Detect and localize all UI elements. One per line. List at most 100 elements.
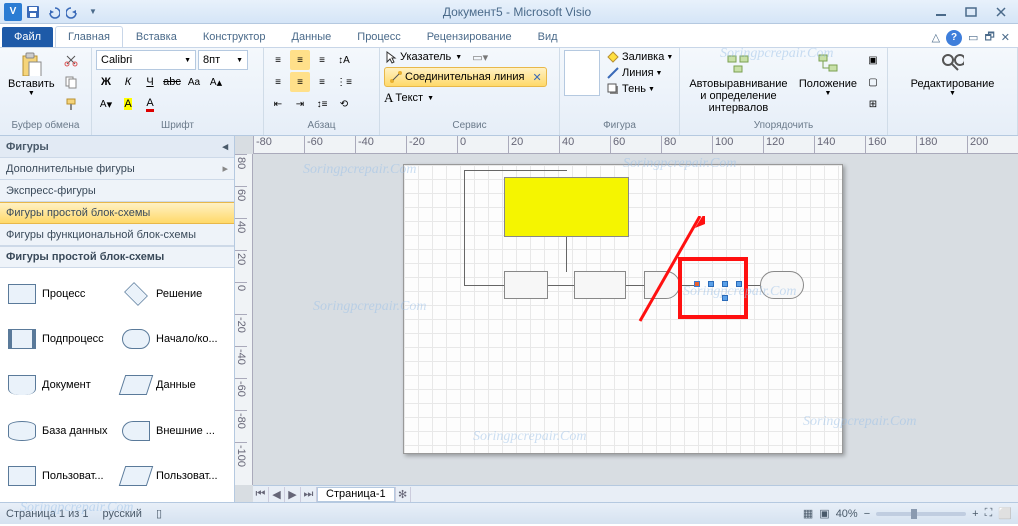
align-left-icon[interactable]: ≡ (268, 72, 288, 92)
tab-home[interactable]: Главная (55, 26, 123, 47)
shape-data[interactable]: Данные (118, 363, 230, 407)
shape-subprocess[interactable]: Подпроцесс (4, 318, 116, 362)
case-icon[interactable]: Aa (184, 72, 204, 92)
page-prev-icon[interactable]: ◀ (269, 487, 285, 502)
indent-inc-icon[interactable]: ⇥ (290, 94, 310, 114)
tab-design[interactable]: Конструктор (190, 26, 279, 47)
maximize-button[interactable] (962, 5, 980, 19)
zoom-value[interactable]: 40% (836, 508, 858, 520)
shape-style-gallery[interactable] (564, 50, 600, 96)
italic-icon[interactable]: К (118, 72, 138, 92)
drawing-page[interactable] (403, 164, 843, 454)
doc-close-icon[interactable]: ✕ (1001, 31, 1010, 44)
group-icon[interactable]: ⊞ (863, 94, 883, 114)
diagram-box-1[interactable] (504, 271, 548, 299)
line-button[interactable]: Линия▼ (606, 66, 673, 80)
full-screen-icon[interactable]: ⬜ (998, 507, 1012, 520)
paste-button[interactable]: Вставить ▼ (4, 50, 59, 99)
font-name-combo[interactable]: Calibri▼ (96, 50, 196, 70)
qat-dropdown-icon[interactable]: ▼ (84, 3, 102, 21)
format-painter-icon[interactable] (61, 94, 81, 114)
help-icon[interactable]: ? (946, 30, 962, 46)
tab-data[interactable]: Данные (279, 26, 345, 47)
send-back-icon[interactable]: ▢ (863, 72, 883, 92)
doc-minimize-icon[interactable]: ▭ (968, 31, 978, 44)
tab-insert[interactable]: Вставка (123, 26, 190, 47)
underline-icon[interactable]: Ч (140, 72, 160, 92)
text-tool[interactable]: A Текст ▼ (384, 90, 547, 106)
shapes-collapse-icon[interactable]: ◂ (222, 140, 228, 153)
view-normal-icon[interactable]: ▦ (803, 507, 813, 520)
bring-front-icon[interactable]: ▣ (863, 50, 883, 70)
highlight-icon[interactable]: A (118, 94, 138, 114)
shape-process[interactable]: Процесс (4, 272, 116, 316)
status-record-icon[interactable]: ▯ (156, 507, 162, 520)
copy-icon[interactable] (61, 72, 81, 92)
font-grow-icon[interactable]: A▴ (206, 72, 226, 92)
save-icon[interactable] (24, 3, 42, 21)
file-tab[interactable]: Файл (2, 27, 53, 47)
find-button[interactable]: Редактирование▼ (907, 50, 999, 99)
shapes-cat-more[interactable]: Дополнительные фигуры▸ (0, 158, 234, 180)
zoom-slider[interactable] (876, 512, 966, 516)
page-next-icon[interactable]: ▶ (285, 487, 301, 502)
status-language[interactable]: русский (102, 508, 141, 520)
diagram-terminator[interactable] (760, 271, 804, 299)
shape-external[interactable]: Внешние ... (118, 409, 230, 453)
tab-view[interactable]: Вид (525, 26, 571, 47)
shape-terminator[interactable]: Начало/ко... (118, 318, 230, 362)
view-full-icon[interactable]: ▣ (819, 507, 829, 520)
zoom-out-icon[interactable]: − (864, 508, 870, 520)
line-spacing-icon[interactable]: ↕≡ (312, 94, 332, 114)
tab-process[interactable]: Процесс (344, 26, 413, 47)
align-center-icon[interactable]: ≡ (290, 72, 310, 92)
orientation-icon[interactable]: ↕A (334, 50, 354, 70)
shape-database[interactable]: База данных (4, 409, 116, 453)
shape-custom2[interactable]: Пользоват... (118, 454, 230, 498)
page-tab-1[interactable]: Страница-1 (317, 487, 395, 502)
font-size-combo[interactable]: 8пт▼ (198, 50, 248, 70)
zoom-in-icon[interactable]: + (972, 508, 978, 520)
page-add-icon[interactable]: ✻ (395, 487, 411, 502)
diagram-box-2[interactable] (574, 271, 626, 299)
strike-icon[interactable]: abc (162, 72, 182, 92)
font-color-icon[interactable]: A (140, 94, 160, 114)
undo-icon[interactable] (44, 3, 62, 21)
redo-icon[interactable] (64, 3, 82, 21)
align-top-icon[interactable]: ≡ (268, 50, 288, 70)
bold-icon[interactable]: Ж (96, 72, 116, 92)
indent-dec-icon[interactable]: ⇤ (268, 94, 288, 114)
shape-custom1[interactable]: Пользоват... (4, 454, 116, 498)
rect-tool-icon[interactable]: ▭▾ (472, 51, 488, 64)
diagram-yellow-rect[interactable] (504, 177, 629, 237)
diagram-box-3[interactable] (644, 271, 680, 299)
page-last-icon[interactable]: ⏭ (301, 487, 317, 502)
ribbon-collapse-icon[interactable]: △ (932, 31, 940, 44)
align-middle-icon[interactable]: ≡ (290, 50, 310, 70)
shape-document[interactable]: Документ (4, 363, 116, 407)
fill-button[interactable]: Заливка▼ (606, 50, 673, 64)
connector-tool[interactable]: Соединительная линия ✕ (384, 67, 547, 87)
canvas[interactable]: Soringpcrepair.Com Soringpcrepair.Com So… (253, 154, 1018, 485)
align-bottom-icon[interactable]: ≡ (312, 50, 332, 70)
minimize-button[interactable] (932, 5, 950, 19)
font-shrink-icon[interactable]: A▾ (96, 94, 116, 114)
align-right-icon[interactable]: ≡ (312, 72, 332, 92)
pointer-tool[interactable]: Указатель ▼ ▭▾ (384, 50, 547, 64)
position-button[interactable]: Положение▼ (795, 50, 861, 99)
fit-page-icon[interactable]: ⛶ (985, 507, 993, 520)
shape-decision[interactable]: Решение (118, 272, 230, 316)
tab-review[interactable]: Рецензирование (414, 26, 525, 47)
shapes-cat-basic-flowchart[interactable]: Фигуры простой блок-схемы (0, 202, 234, 224)
cut-icon[interactable] (61, 50, 81, 70)
delete-connector-icon[interactable]: ✕ (532, 71, 541, 84)
page-first-icon[interactable]: ⏮ (253, 487, 269, 502)
doc-restore-icon[interactable]: 🗗 (984, 28, 994, 47)
shadow-button[interactable]: Тень▼ (606, 82, 673, 96)
shapes-cat-quick[interactable]: Экспресс-фигуры (0, 180, 234, 202)
shapes-cat-functional-flowchart[interactable]: Фигуры функциональной блок-схемы (0, 224, 234, 246)
rotate-text-icon[interactable]: ⟲ (334, 94, 354, 114)
close-button[interactable] (992, 5, 1010, 19)
auto-align-button[interactable]: Автовыравнивание и определение интервало… (684, 50, 793, 116)
bullets-icon[interactable]: ⋮≡ (334, 72, 354, 92)
